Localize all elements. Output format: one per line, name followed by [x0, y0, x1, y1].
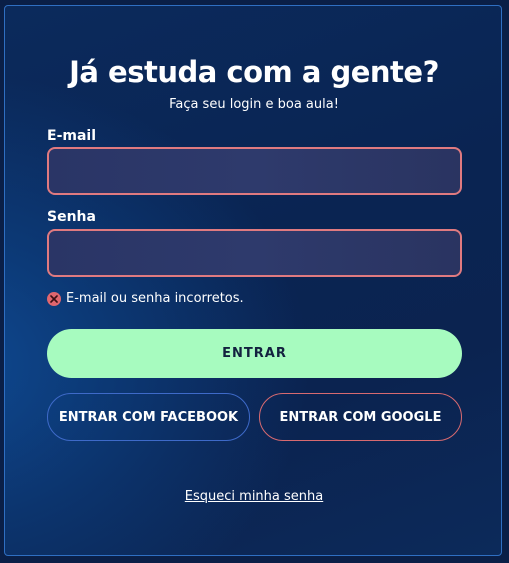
facebook-login-button[interactable]: ENTRAR COM FACEBOOK	[47, 393, 250, 441]
submit-button[interactable]: ENTRAR	[47, 329, 462, 378]
password-label: Senha	[47, 209, 96, 225]
password-field[interactable]	[47, 229, 462, 277]
page-title: Já estuda com a gente?	[69, 55, 439, 89]
forgot-password-link[interactable]: Esqueci minha senha	[185, 489, 323, 504]
page-subtitle: Faça seu login e boa aula!	[169, 97, 339, 112]
login-card: Já estuda com a gente? Faça seu login e …	[4, 5, 502, 556]
google-login-button[interactable]: ENTRAR COM GOOGLE	[259, 393, 462, 441]
forgot-password-container: Esqueci minha senha	[5, 485, 503, 504]
error-circle-x-icon	[47, 291, 61, 306]
email-label: E-mail	[47, 128, 97, 144]
email-field[interactable]	[47, 147, 462, 195]
error-text: E-mail ou senha incorretos.	[66, 291, 244, 306]
error-message: E-mail ou senha incorretos.	[47, 291, 244, 306]
